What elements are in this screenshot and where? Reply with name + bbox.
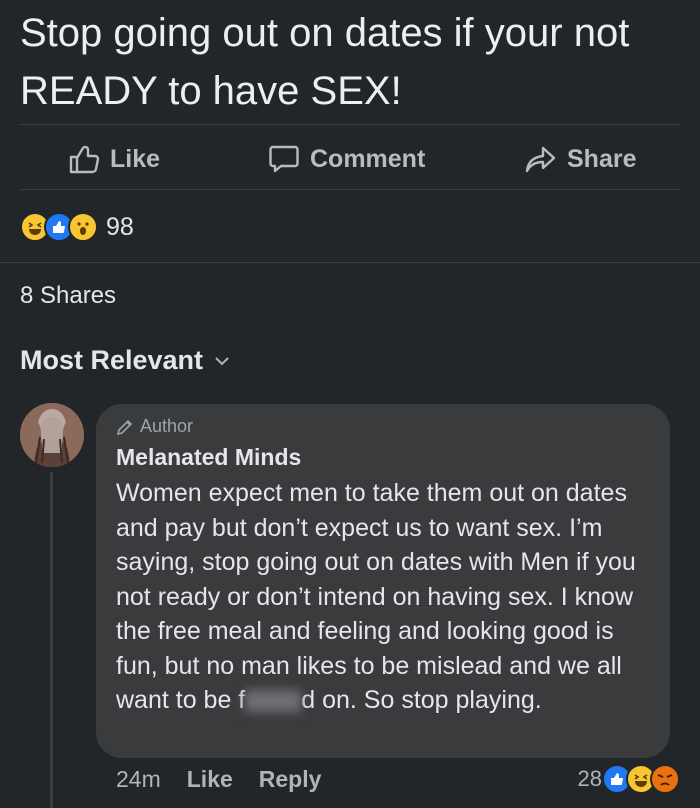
comment-reply-button[interactable]: Reply (259, 766, 322, 793)
avatar[interactable] (20, 403, 84, 467)
comment-bubble-icon (269, 145, 299, 173)
reaction-count: 98 (106, 212, 134, 241)
comment-body: Women expect men to take them out on dat… (116, 476, 656, 718)
post-text: Stop going out on dates if your not READ… (20, 11, 630, 113)
comment-bubble: Author Melanated Minds Women expect men … (96, 404, 670, 758)
wow-reaction-icon (68, 212, 98, 242)
author-badge-label: Author (140, 416, 194, 436)
comment-text: Women expect men to take them out on dat… (116, 479, 636, 714)
comment-reactions[interactable]: 28 (578, 764, 680, 794)
commenter-name[interactable]: Melanated Minds (116, 444, 301, 471)
share-button[interactable]: Share (525, 128, 636, 190)
comment-time[interactable]: 24m (116, 766, 161, 793)
divider (20, 124, 680, 125)
post-reactions[interactable]: 98 (20, 208, 134, 246)
angry-reaction-icon (650, 764, 680, 794)
thread-line (50, 472, 53, 808)
like-label: Like (110, 144, 161, 173)
share-label: Share (567, 144, 637, 173)
comment-label: Comment (310, 144, 426, 173)
redaction-blur (245, 690, 302, 713)
chevron-down-icon (215, 356, 229, 365)
author-badge: Author (116, 416, 193, 437)
like-button[interactable]: Like (68, 128, 160, 190)
divider (0, 262, 700, 263)
sort-label: Most Relevant (20, 345, 204, 375)
pencil-icon (116, 419, 133, 435)
comment-reaction-count: 28 (577, 766, 602, 791)
divider (20, 189, 680, 190)
thumbs-up-icon (69, 145, 100, 174)
share-arrow-icon (525, 146, 556, 173)
comment-meta: 24m Like Reply (116, 766, 347, 793)
post-action-bar: Like Comment Share (0, 128, 700, 190)
comment-button[interactable]: Comment (268, 128, 425, 190)
comment-sort-dropdown[interactable]: Most Relevant (20, 345, 229, 376)
comment-like-button[interactable]: Like (187, 766, 233, 793)
comment-text-end: d on. So stop playing. (301, 686, 542, 714)
shares-count[interactable]: 8 Shares (20, 282, 116, 310)
